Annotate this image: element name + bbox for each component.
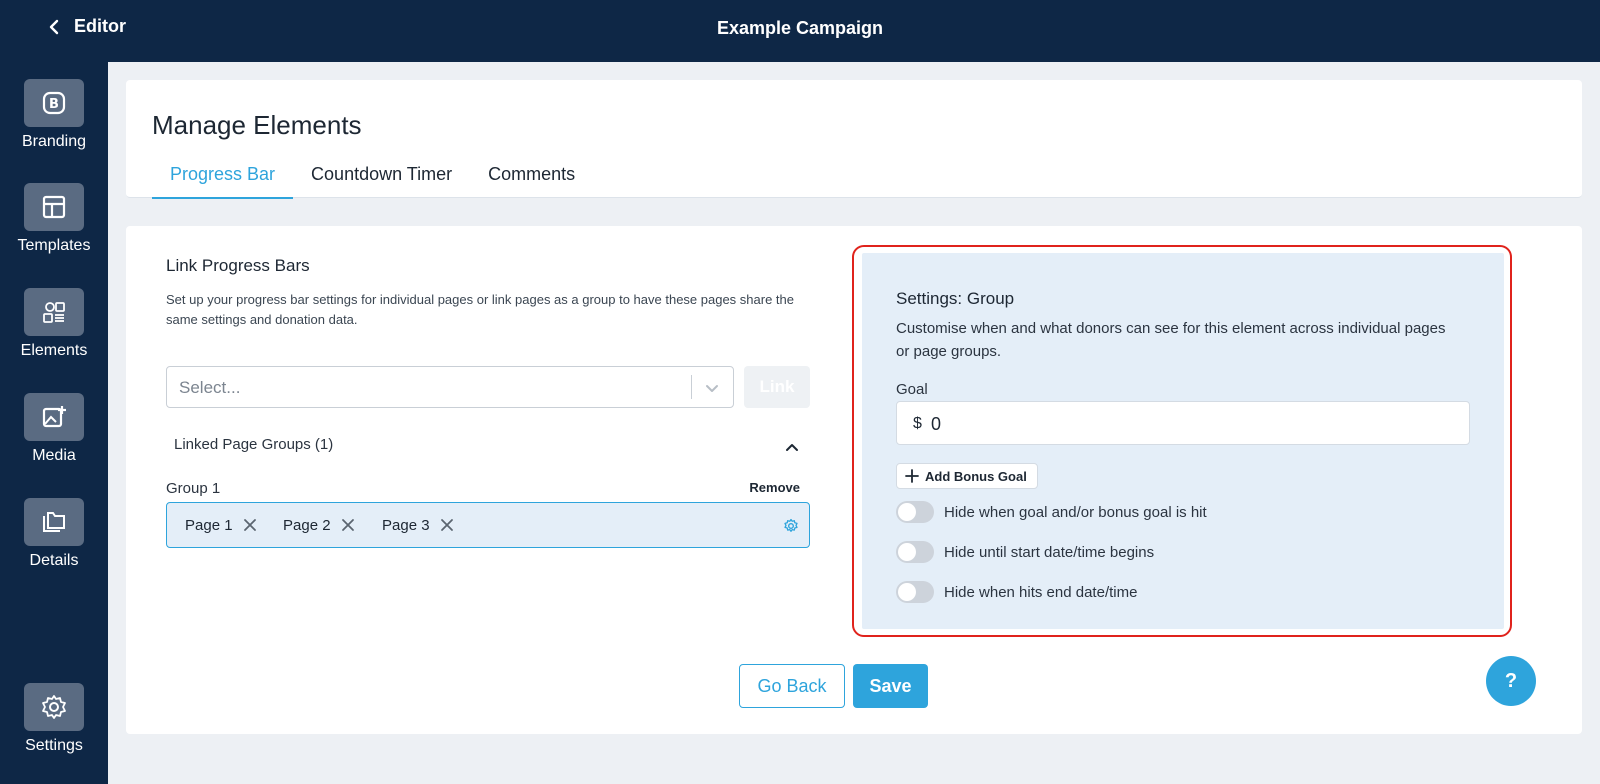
toggle-knob [898,503,916,521]
toggle-knob [898,583,916,601]
add-bonus-goal-label: Add Bonus Goal [925,468,1027,484]
page-chip-label: Page 3 [382,516,430,534]
sidebar-item-templates[interactable]: Templates [0,183,108,255]
settings-description: Customise when and what donors can see f… [896,320,1446,360]
header-card: Manage Elements Progress Bar Countdown T… [126,80,1582,199]
page-chip: Page 3 [372,512,464,538]
tab-progress-bar[interactable]: Progress Bar [152,164,294,199]
toggle-label: Hide when hits end date/time [944,583,1138,601]
save-button[interactable]: Save [853,664,928,708]
section-description: Set up your progress bar settings for in… [166,292,794,327]
currency-symbol: $ [913,415,922,432]
tab-countdown-timer[interactable]: Countdown Timer [293,164,470,199]
help-button[interactable]: ? [1486,656,1536,706]
sidebar-item-label: Media [32,447,76,464]
page-chip: Page 2 [273,512,365,538]
tab-comments[interactable]: Comments [470,164,593,199]
page-chip-label: Page 2 [283,516,331,534]
page-select[interactable]: Select... [166,366,734,408]
toggle-row: Hide when goal and/or bonus goal is hit [896,501,1207,523]
link-button[interactable]: Link [744,366,810,408]
page-chip: Page 1 [175,512,267,538]
page-select-row: Select... Link [166,366,810,408]
close-icon[interactable] [341,518,355,532]
page-title: Manage Elements [152,110,362,140]
toggle-label: Hide until start date/time begins [944,543,1155,561]
tab-bar: Progress Bar Countdown Timer Comments [152,164,593,199]
svg-text:B: B [49,97,59,112]
close-icon[interactable] [440,518,454,532]
campaign-title: Example Campaign [716,18,884,38]
goal-value: 0 [931,414,942,434]
remove-group-button[interactable]: Remove [749,480,800,495]
sidebar-item-elements[interactable]: Elements [0,288,108,360]
sidebar-item-label: Settings [25,737,83,754]
select-placeholder: Select... [179,378,241,397]
elements-icon [24,288,84,336]
add-bonus-goal-button[interactable]: Add Bonus Goal [896,463,1038,489]
toggle-row: Hide until start date/time begins [896,541,1154,563]
goal-label: Goal [896,381,928,398]
sidebar-item-label: Branding [21,133,87,150]
sidebar-item-media[interactable]: Media [0,393,108,465]
gear-icon[interactable] [783,518,799,534]
gear-icon [24,683,84,731]
toggle-label: Hide when goal and/or bonus goal is hit [944,503,1207,521]
details-icon [24,498,84,546]
linked-groups-label: Linked Page Groups (1) [174,436,334,453]
hide-until-start-toggle[interactable] [896,541,934,563]
sidebar-item-branding[interactable]: B Branding [0,79,108,151]
page-chip-label: Page 1 [185,516,233,534]
group-name: Group 1 [166,480,221,497]
sidebar-item-settings[interactable]: Settings [0,683,108,755]
sidebar-item-label: Templates [17,237,91,254]
section-title: Link Progress Bars [166,256,310,275]
settings-title: Settings: Group [896,289,1015,308]
hide-when-goal-hit-toggle[interactable] [896,501,934,523]
chevron-up-icon [786,444,798,451]
toggle-knob [898,543,916,561]
sidebar-item-details[interactable]: Details [0,498,108,570]
link-progress-bars-section: Link Progress Bars Set up your progress … [166,256,810,548]
sidebar-item-label: Elements [20,342,88,359]
settings-group-panel: Settings: Group Customise when and what … [862,253,1504,629]
goal-input[interactable]: $ 0 [896,401,1470,445]
back-to-editor-button[interactable]: Editor [46,16,126,37]
top-bar: Editor Example Campaign [0,0,1600,62]
select-separator [691,375,692,399]
close-icon[interactable] [243,518,257,532]
chevron-left-icon [49,19,59,34]
media-icon [24,393,84,441]
back-label: Editor [74,16,126,36]
hide-at-end-toggle[interactable] [896,581,934,603]
branding-icon: B [24,79,84,127]
linked-page-groups-toggle[interactable]: Linked Page Groups (1) [174,436,810,460]
group-pages-box[interactable]: Page 1 Page 2 Page 3 [166,502,810,548]
chevron-down-icon [706,385,718,392]
templates-icon [24,183,84,231]
toggle-row: Hide when hits end date/time [896,581,1137,603]
settings-highlight-frame: Settings: Group Customise when and what … [852,245,1512,637]
sidebar-item-label: Details [29,552,79,569]
go-back-button[interactable]: Go Back [739,664,845,708]
sidebar: B Branding Templates Elements Media Deta… [0,62,108,784]
plus-icon [905,469,919,483]
